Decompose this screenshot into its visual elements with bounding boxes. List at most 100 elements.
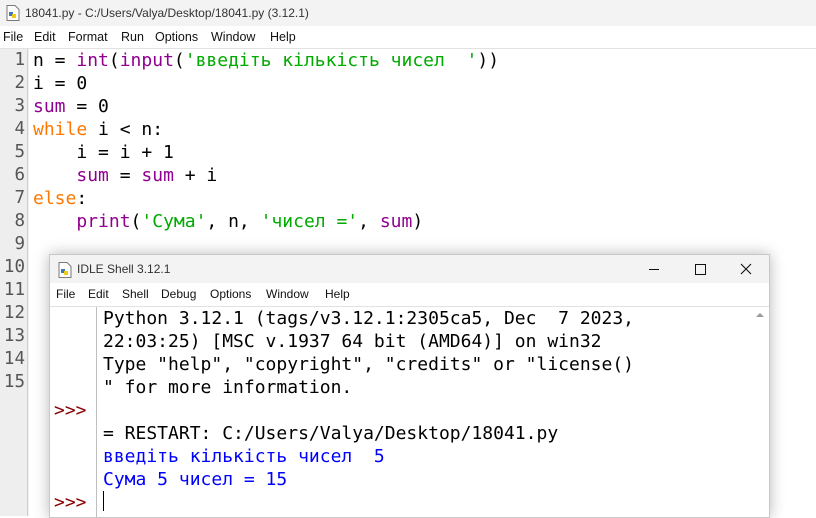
code-token: input [119,50,174,71]
code-token: i = i + 1 [33,142,174,163]
shell-scrollbar[interactable] [753,307,768,517]
maximize-icon [695,264,706,275]
banner-line: Type "help", "copyright", "credits" or "… [103,354,635,375]
line-number-gutter: 1 2 3 4 5 6 7 8 9 10 11 12 13 14 15 [0,49,29,516]
code-token: = 0 [65,96,109,117]
menu-help[interactable]: Help [270,30,296,44]
banner-line: 22:03:25) [MSC v.1937 64 bit (AMD64)] on… [103,331,602,352]
menu-run[interactable]: Run [121,30,144,44]
code-line: n = int(input('введіть кількість чисел '… [33,49,499,72]
line-number: 2 [14,73,25,93]
shell-menu-bar: File Edit Shell Debug Options Window Hel… [50,283,769,305]
shell-menu-edit[interactable]: Edit [88,287,109,301]
code-line: else: [33,187,499,210]
line-number: 3 [14,96,25,116]
shell-menu-file[interactable]: File [56,287,75,301]
code-token: , [358,211,380,232]
code-token: ( [108,50,120,71]
menu-format[interactable]: Format [68,30,108,44]
code-token: = [108,165,142,186]
line-number: 13 [3,326,25,346]
shell-prompt-gutter: >>> >>> [50,307,97,517]
shell-output[interactable]: Python 3.12.1 (tags/v3.12.1:2305ca5, Dec… [103,307,634,491]
program-output-line: Сума 5 чисел = 15 [103,469,288,490]
minimize-button[interactable] [631,255,677,283]
editor-menu-bar: File Edit Format Run Options Window Help [0,26,816,49]
menu-file[interactable]: File [3,30,23,44]
shell-menu-help[interactable]: Help [325,287,350,301]
shell-prompt: >>> [54,400,87,421]
code-token: 'Сума' [141,211,207,232]
code-token: sum [33,96,66,117]
idle-shell-window: IDLE Shell 3.12.1 File Edit Shell Debug … [49,254,770,518]
line-number: 12 [3,303,25,323]
code-token: , n, [206,211,261,232]
menu-options[interactable]: Options [155,30,198,44]
code-token: else [33,188,77,209]
shell-title: IDLE Shell 3.12.1 [77,262,171,276]
banner-line: " for more information. [103,377,353,398]
banner-line: Python 3.12.1 (tags/v3.12.1:2305ca5, Dec… [103,308,635,329]
code-token: )) [477,50,500,71]
code-line: i = i + 1 [33,141,499,164]
line-number: 6 [14,165,25,185]
line-number: 9 [14,234,25,254]
line-number: 7 [14,188,25,208]
code-token: sum [379,211,413,232]
code-token: ( [130,211,142,232]
shell-prompt: >>> [54,492,87,513]
shell-menu-window[interactable]: Window [266,287,309,301]
code-token: : [76,188,88,209]
code-token: print [76,211,131,232]
scroll-up-arrow-icon[interactable] [754,310,766,320]
line-number: 8 [14,211,25,231]
line-number: 1 [14,50,25,70]
minimize-icon [649,269,659,270]
shell-title-bar: IDLE Shell 3.12.1 [50,255,769,283]
line-number: 14 [3,349,25,369]
code-line: while i < n: [33,118,499,141]
python-shell-icon [58,262,72,278]
code-line: print('Сума', n, 'чисел =', sum) [33,210,499,233]
code-line: sum = 0 [33,95,499,118]
shell-menu-options[interactable]: Options [210,287,251,301]
code-token: + i [173,165,218,186]
line-number: 11 [3,280,25,300]
code-token: ) [412,211,424,232]
code-token: 'введіть кількість чисел ' [184,50,478,71]
code-editor[interactable]: n = int(input('введіть кількість чисел '… [33,49,499,233]
menu-edit[interactable]: Edit [34,30,56,44]
code-token: i = 0 [33,73,88,94]
code-token: sum [76,165,109,186]
close-icon [740,263,752,275]
line-number: 4 [14,119,25,139]
shell-gutter-divider [96,307,97,517]
code-token: sum [141,165,174,186]
code-token: 'чисел =' [260,211,359,232]
code-token: ( [173,50,185,71]
line-number: 5 [14,142,25,162]
text-cursor [103,491,104,511]
editor-title-bar: 18041.py - C:/Users/Valya/Desktop/18041.… [0,0,816,26]
shell-menu-debug[interactable]: Debug [161,287,196,301]
code-line: sum = sum + i [33,164,499,187]
code-token: while [33,119,88,140]
maximize-button[interactable] [677,255,723,283]
gutter-divider [27,49,28,516]
code-token: i < n: [87,119,164,140]
line-number: 10 [3,257,25,277]
editor-title: 18041.py - C:/Users/Valya/Desktop/18041.… [25,6,309,20]
close-button[interactable] [723,255,769,283]
shell-menu-shell[interactable]: Shell [122,287,149,301]
code-token: int [76,50,109,71]
code-token: n = [33,50,77,71]
code-line: i = 0 [33,72,499,95]
restart-line: = RESTART: C:/Users/Valya/Desktop/18041.… [103,423,559,444]
python-file-icon [6,5,20,21]
menu-window[interactable]: Window [211,30,255,44]
program-output-line: введіть кількість чисел 5 [103,446,385,467]
line-number: 15 [3,372,25,392]
